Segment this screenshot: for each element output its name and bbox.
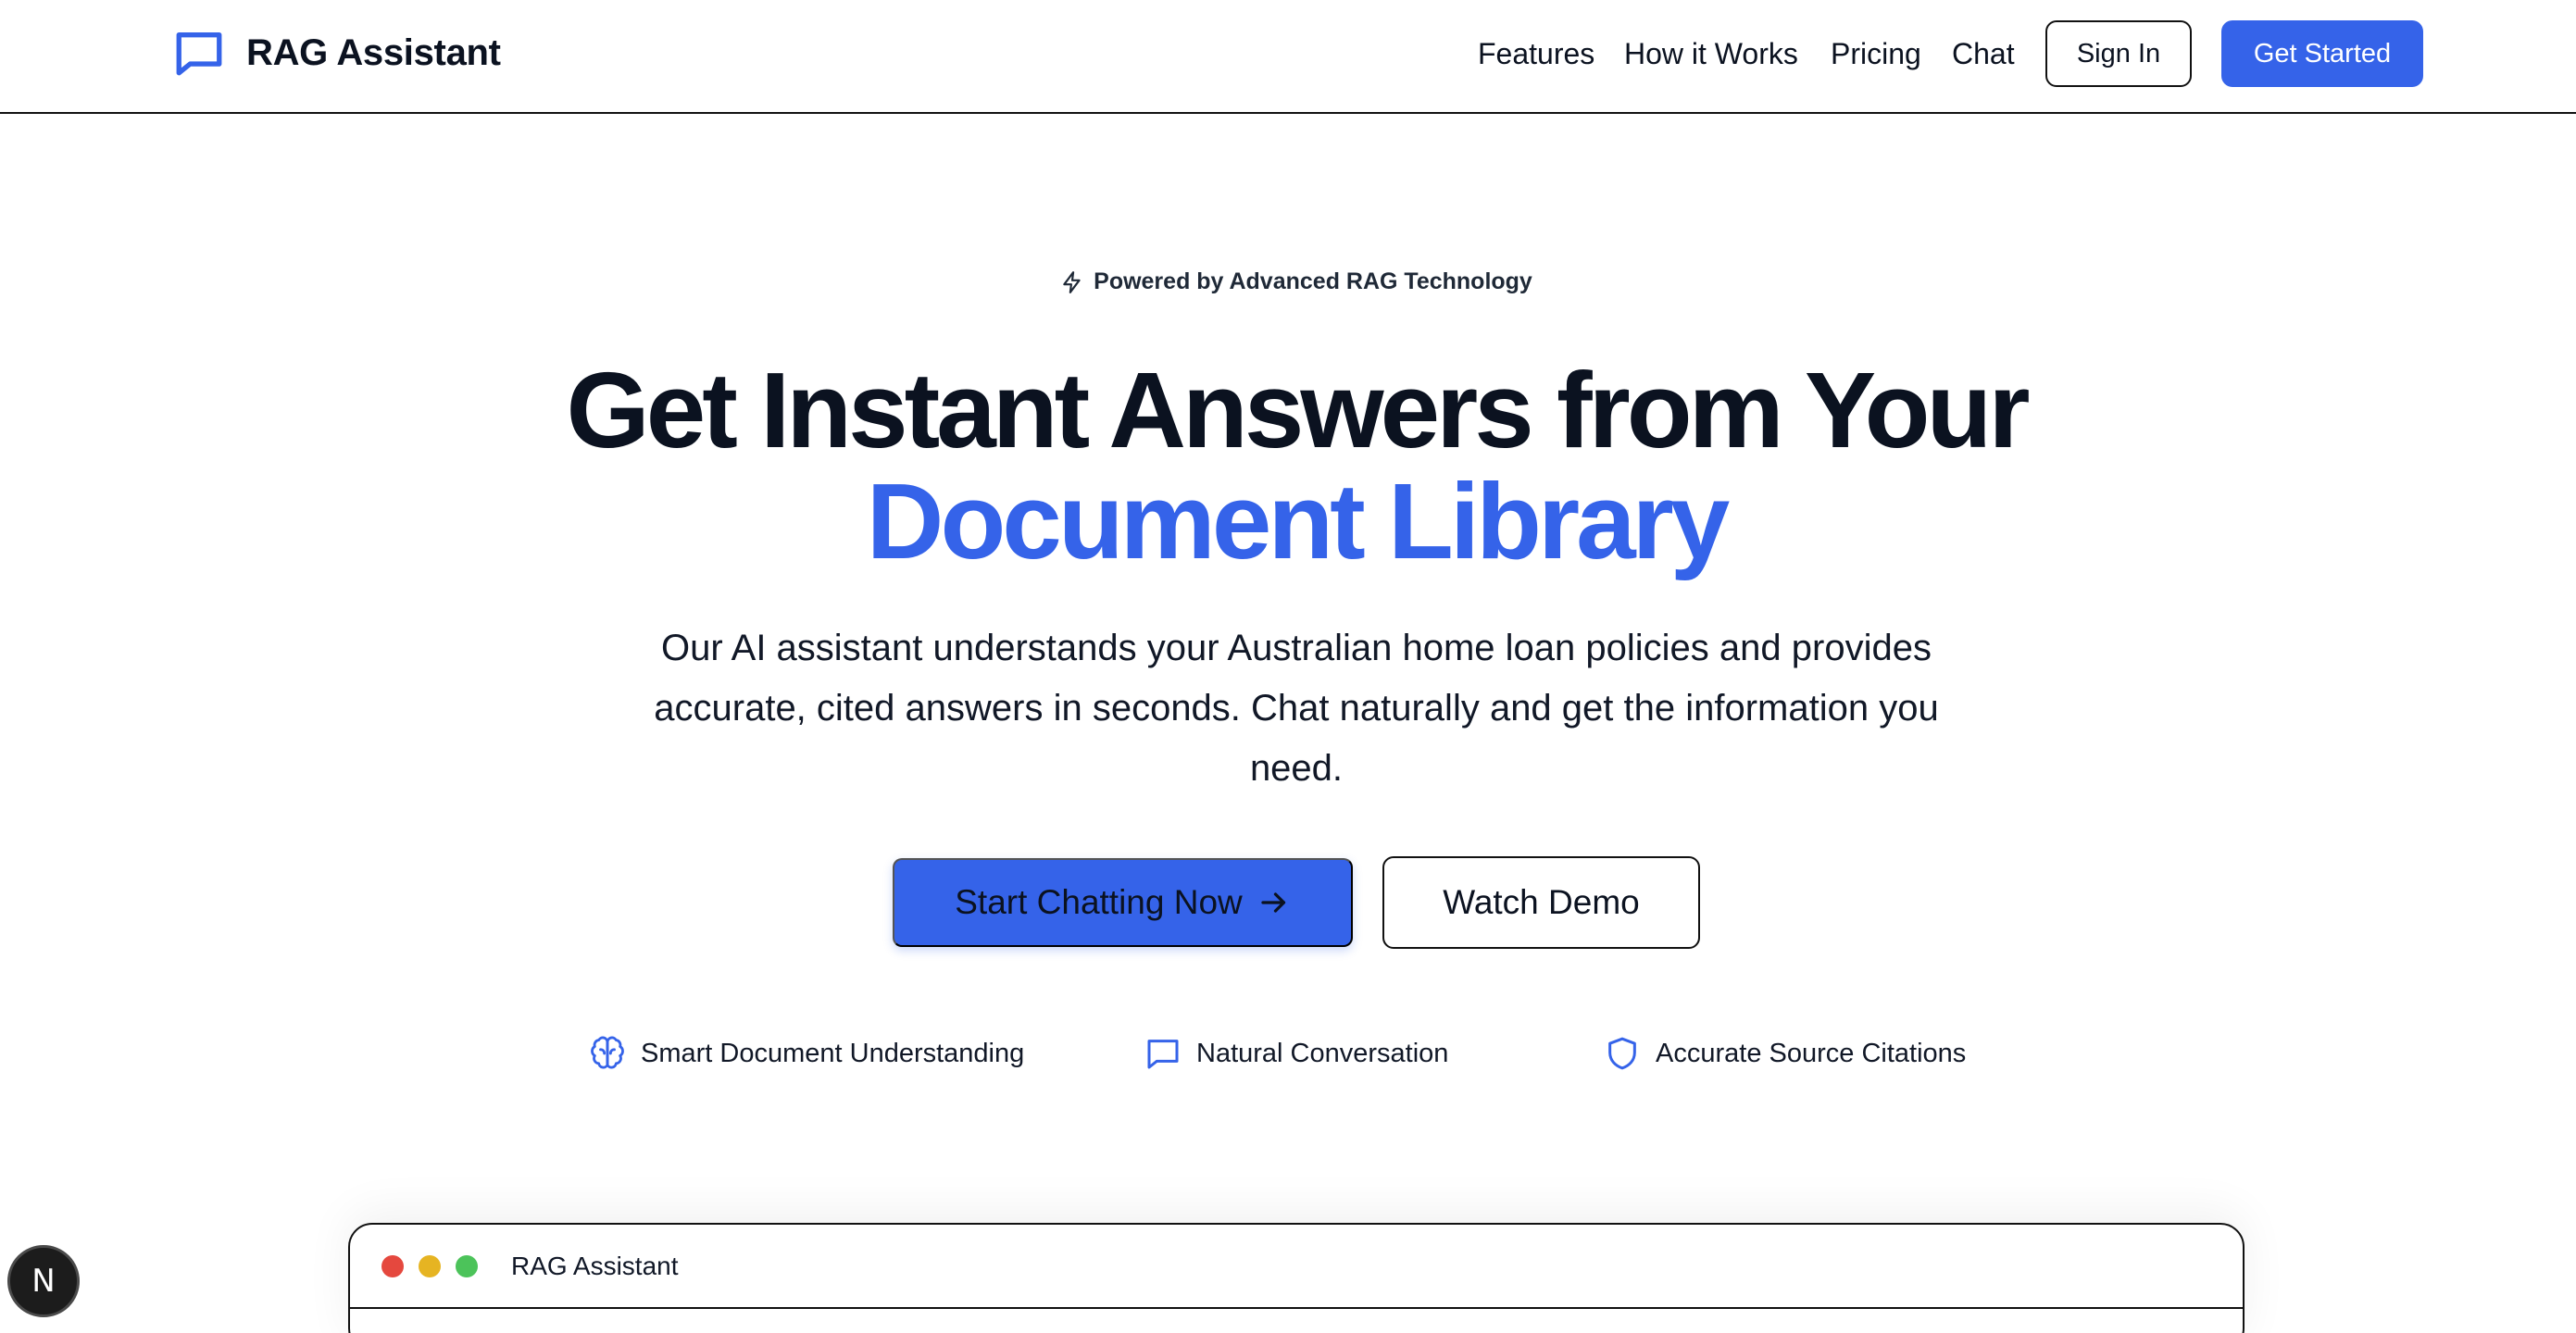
lightning-icon	[1063, 270, 1081, 293]
nav-link-features[interactable]: Features	[1478, 37, 1594, 71]
arrow-right-icon	[1261, 892, 1285, 913]
nav-link-how-it-works[interactable]: How it Works	[1624, 37, 1798, 71]
brand-name: RAG Assistant	[246, 31, 501, 73]
chat-bubble-icon	[176, 32, 222, 76]
brain-icon	[591, 1036, 624, 1069]
feature-label: Natural Conversation	[1196, 1038, 1449, 1068]
hero-headline-line1: Get Instant Answers from Your	[566, 350, 2030, 470]
app-preview-window: RAG Assistant	[348, 1223, 2245, 1333]
chat-bubble-icon	[1147, 1040, 1179, 1069]
start-chatting-label: Start Chatting Now	[955, 883, 1243, 921]
feature-source-citations: Accurate Source Citations	[1604, 1035, 1966, 1072]
brand-logo[interactable]: RAG Assistant	[172, 26, 501, 80]
sign-in-button[interactable]: Sign In	[2045, 20, 2192, 87]
start-chatting-button[interactable]: Start Chatting Now	[893, 858, 1353, 947]
hero-badge: Powered by Advanced RAG Technology	[0, 268, 2576, 295]
window-minimize-dot	[419, 1254, 441, 1277]
app-preview-titlebar: RAG Assistant	[350, 1225, 2243, 1309]
hero-subtext: Our AI assistant understands your Austra…	[654, 628, 1939, 789]
feature-smart-document: Smart Document Understanding	[589, 1035, 1024, 1072]
hero-headline-line2: Document Library	[866, 461, 1731, 581]
top-navbar: RAG Assistant Features How it Works Pric…	[0, 0, 2576, 114]
watch-demo-button[interactable]: Watch Demo	[1382, 856, 1700, 949]
nav-link-chat[interactable]: Chat	[1952, 37, 2015, 71]
feature-label: Accurate Source Citations	[1656, 1038, 1967, 1068]
window-close-dot	[381, 1254, 404, 1277]
feature-natural-conversation: Natural Conversation	[1144, 1035, 1448, 1072]
get-started-button[interactable]: Get Started	[2221, 20, 2423, 87]
feature-label: Smart Document Understanding	[641, 1038, 1025, 1068]
nextjs-dev-badge[interactable]: N	[7, 1245, 80, 1317]
nextjs-logo-icon: N	[31, 1263, 56, 1300]
hero-badge-text: Powered by Advanced RAG Technology	[1094, 268, 1532, 294]
app-preview-title: RAG Assistant	[511, 1251, 679, 1280]
window-maximize-dot	[456, 1254, 478, 1277]
nav-link-pricing[interactable]: Pricing	[1831, 37, 1921, 71]
shield-icon	[1608, 1037, 1636, 1070]
